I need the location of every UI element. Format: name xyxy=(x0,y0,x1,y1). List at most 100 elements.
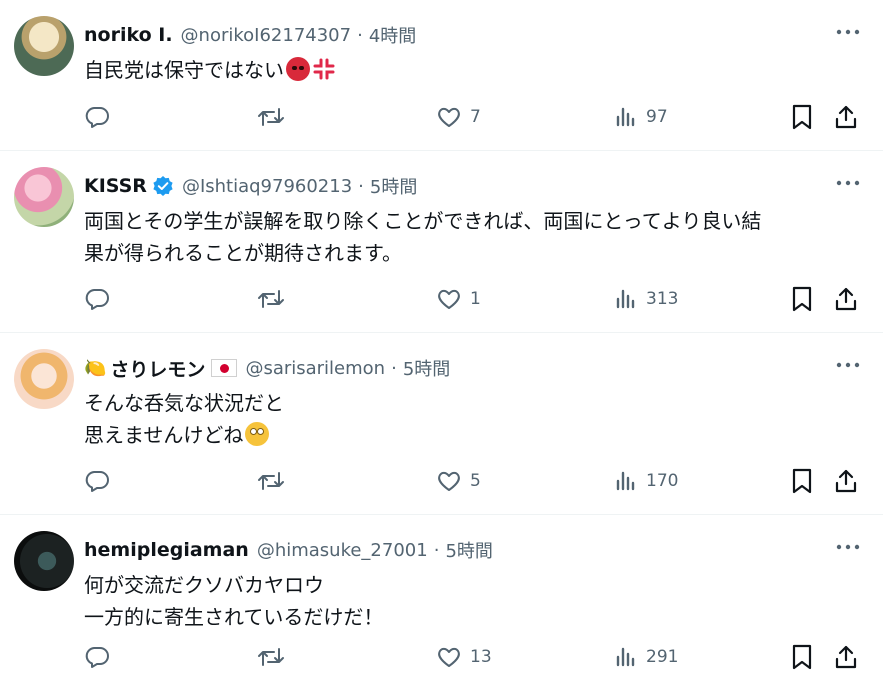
more-icon[interactable] xyxy=(835,359,861,371)
anger-symbol-emoji xyxy=(313,58,335,80)
share-button[interactable] xyxy=(833,468,859,494)
tweet[interactable]: 🍋 さりレモン @sarisarilemon · 5時間 そんな呑気な状況だと思… xyxy=(0,333,883,515)
timestamp[interactable]: 5時間 xyxy=(403,355,450,381)
bookmark-icon xyxy=(792,468,812,494)
views-button[interactable]: 97 xyxy=(614,105,668,129)
tweet-text-content: 自民党は保守ではない xyxy=(84,58,284,82)
views-button[interactable]: 313 xyxy=(614,287,678,311)
reply-icon xyxy=(85,647,109,668)
heart-icon xyxy=(438,289,460,309)
timestamp[interactable]: 4時間 xyxy=(369,22,416,48)
user-handle[interactable]: @himasuke_27001 xyxy=(257,540,428,561)
bookmark-button[interactable] xyxy=(791,644,813,670)
retweet-icon xyxy=(258,108,284,126)
view-count: 291 xyxy=(646,647,679,667)
view-count: 97 xyxy=(646,107,668,127)
reply-icon xyxy=(85,289,109,310)
bookmark-button[interactable] xyxy=(791,286,813,312)
display-name[interactable]: KISSR xyxy=(84,175,147,197)
like-count: 7 xyxy=(470,107,481,127)
retweet-icon xyxy=(258,472,284,490)
display-name[interactable]: hemiplegiaman xyxy=(84,539,249,561)
retweet-button[interactable] xyxy=(257,287,293,311)
tweet[interactable]: hemiplegiaman @himasuke_27001 · 5時間 何が交流… xyxy=(0,515,883,690)
views-icon xyxy=(616,647,635,667)
retweet-icon xyxy=(258,290,284,308)
tweet-text-line: そんな呑気な状況だと xyxy=(84,391,284,415)
share-button[interactable] xyxy=(833,644,859,670)
separator-dot: · xyxy=(433,539,440,561)
share-button[interactable] xyxy=(833,104,859,130)
user-handle[interactable]: @sarisarilemon xyxy=(245,358,385,379)
avatar[interactable] xyxy=(14,167,74,227)
display-name[interactable]: noriko I. xyxy=(84,24,173,46)
retweet-icon xyxy=(258,648,284,666)
views-button[interactable]: 291 xyxy=(614,645,678,669)
separator-dot: · xyxy=(358,175,364,197)
tweet[interactable]: noriko I. @norikoI62174307 · 4時間 自民党は保守で… xyxy=(0,0,883,151)
more-icon[interactable] xyxy=(835,541,861,553)
tweet-text: 何が交流だクソバカヤロウ 一方的に寄生されているだけだ！ xyxy=(84,573,384,629)
display-name[interactable]: さりレモン xyxy=(110,355,205,382)
timestamp[interactable]: 5時間 xyxy=(370,173,417,199)
heart-icon xyxy=(438,647,460,667)
view-count: 170 xyxy=(646,471,679,491)
verified-badge-icon xyxy=(153,176,173,196)
reply-icon xyxy=(85,471,109,492)
views-icon xyxy=(616,107,635,127)
like-count: 5 xyxy=(470,471,481,491)
action-bar: 1 313 xyxy=(84,284,865,314)
action-bar: 13 291 xyxy=(84,642,865,672)
angry-face-emoji xyxy=(286,57,310,81)
more-icon[interactable] xyxy=(835,177,861,189)
share-icon xyxy=(835,287,857,311)
avatar[interactable] xyxy=(14,349,74,409)
bookmark-icon xyxy=(792,644,812,670)
share-button[interactable] xyxy=(833,286,859,312)
retweet-button[interactable] xyxy=(257,469,293,493)
bookmark-button[interactable] xyxy=(791,468,813,494)
lemon-emoji: 🍋 xyxy=(84,357,107,379)
separator-dot: · xyxy=(391,357,397,379)
share-icon xyxy=(835,105,857,129)
reply-button[interactable] xyxy=(84,645,118,669)
user-handle[interactable]: @Ishtiaq97960213 xyxy=(182,176,352,197)
bookmark-button[interactable] xyxy=(791,104,813,130)
timestamp[interactable]: 5時間 xyxy=(445,537,492,563)
views-button[interactable]: 170 xyxy=(614,469,678,493)
like-count: 13 xyxy=(470,647,492,667)
like-button[interactable]: 7 xyxy=(436,105,481,129)
like-button[interactable]: 1 xyxy=(436,287,481,311)
retweet-button[interactable] xyxy=(257,645,293,669)
reply-icon xyxy=(85,107,109,128)
reply-button[interactable] xyxy=(84,469,118,493)
like-button[interactable]: 13 xyxy=(436,645,492,669)
share-icon xyxy=(835,469,857,493)
heart-icon xyxy=(438,107,460,127)
tweet[interactable]: KISSR @Ishtiaq97960213 · 5時間 両国とその学生が誤解を… xyxy=(0,151,883,333)
views-icon xyxy=(616,471,635,491)
reply-button[interactable] xyxy=(84,105,118,129)
user-handle[interactable]: @norikoI62174307 xyxy=(181,25,352,46)
action-bar: 5 170 xyxy=(84,466,865,496)
avatar[interactable] xyxy=(14,531,74,591)
timeline-feed: noriko I. @norikoI62174307 · 4時間 自民党は保守で… xyxy=(0,0,883,690)
more-icon[interactable] xyxy=(835,26,861,38)
avatar[interactable] xyxy=(14,16,74,76)
tweet-header: noriko I. @norikoI62174307 · 4時間 xyxy=(84,22,863,48)
tweet-header: hemiplegiaman @himasuke_27001 · 5時間 xyxy=(84,537,863,563)
like-count: 1 xyxy=(470,289,481,309)
retweet-button[interactable] xyxy=(257,105,293,129)
tweet-header: 🍋 さりレモン @sarisarilemon · 5時間 xyxy=(84,355,863,381)
reply-button[interactable] xyxy=(84,287,118,311)
view-count: 313 xyxy=(646,289,679,309)
heart-icon xyxy=(438,471,460,491)
bookmark-icon xyxy=(792,104,812,130)
bookmark-icon xyxy=(792,286,812,312)
separator-dot: · xyxy=(357,24,363,46)
tweet-text-line: 思えませんけどね xyxy=(84,423,244,447)
tweet-header: KISSR @Ishtiaq97960213 · 5時間 xyxy=(84,173,863,199)
views-icon xyxy=(616,289,635,309)
like-button[interactable]: 5 xyxy=(436,469,481,493)
tweet-text: 自民党は保守ではない xyxy=(84,54,863,86)
